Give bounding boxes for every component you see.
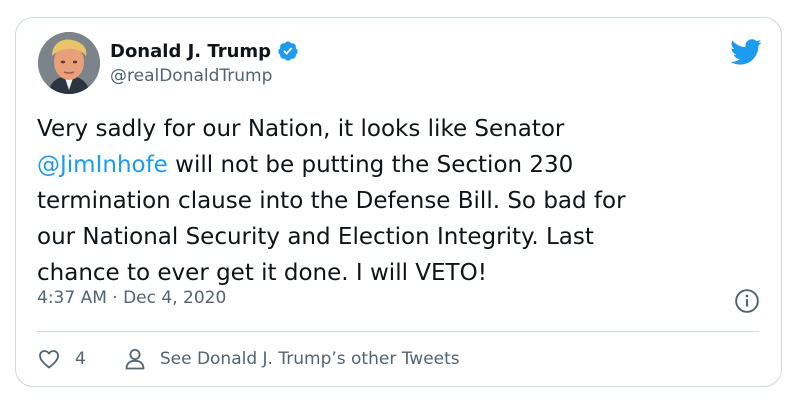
- like-button[interactable]: 4: [37, 347, 86, 371]
- like-count: 4: [75, 349, 86, 369]
- person-icon: [125, 349, 145, 370]
- avatar[interactable]: [38, 32, 100, 94]
- author-name-row[interactable]: Donald J. Trump: [110, 38, 299, 64]
- tweet-body: Very sadly for our Nation, it looks like…: [37, 111, 757, 291]
- tweet-card: Donald J. Trump @realDonaldTrump Very sa…: [15, 17, 782, 387]
- tweet-line: Very sadly for our Nation, it looks like…: [37, 116, 565, 142]
- tweet-actions: 4 See Donald J. Trump’s other Tweets: [37, 344, 460, 374]
- tweet-line: @JimInhofe will not be putting the Secti…: [37, 147, 757, 183]
- profile-photo: [38, 32, 100, 94]
- verified-badge-icon: [278, 41, 298, 61]
- tweet-line-text: will not be putting the Section 230: [167, 152, 574, 178]
- see-other-tweets-link[interactable]: See Donald J. Trump’s other Tweets: [124, 347, 460, 371]
- see-other-tweets-label: See Donald J. Trump’s other Tweets: [159, 349, 460, 369]
- divider: [37, 331, 759, 332]
- info-icon[interactable]: [734, 288, 760, 314]
- tweet-line: termination clause into the Defense Bill…: [37, 188, 626, 214]
- tweet-line: chance to ever get it done. I will VETO!: [37, 260, 487, 286]
- author-handle[interactable]: @realDonaldTrump: [110, 66, 272, 86]
- tweet-timestamp[interactable]: 4:37 AM · Dec 4, 2020: [37, 288, 226, 308]
- twitter-bird-icon[interactable]: [729, 38, 762, 66]
- tweet-line: our National Security and Election Integ…: [37, 224, 594, 250]
- heart-icon: [39, 350, 59, 369]
- mention-link[interactable]: @JimInhofe: [37, 152, 168, 178]
- author-name[interactable]: Donald J. Trump: [110, 41, 271, 62]
